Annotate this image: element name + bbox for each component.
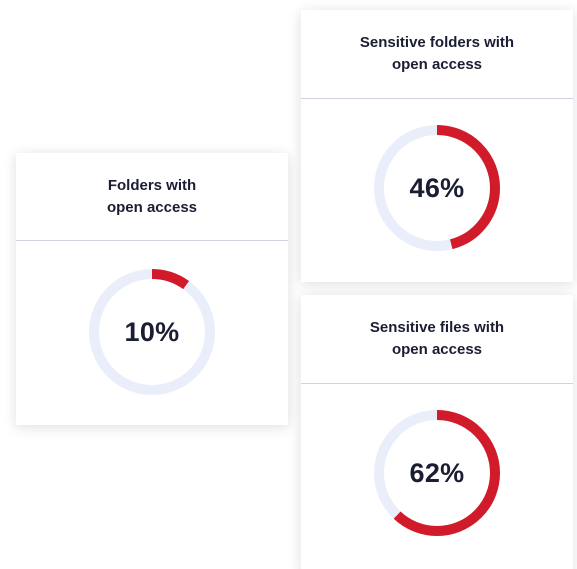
card-title-line-1: Sensitive folders with [359, 34, 515, 51]
card-title-line-1: Folders with [107, 176, 197, 194]
card-title: Sensitive folders with open access [360, 32, 514, 76]
sensitive-folders-open-access-card: Sensitive folders with open access 46% [301, 10, 573, 282]
card-title: Sensitive files with open access [370, 317, 504, 361]
donut-chart: 46% [369, 120, 505, 256]
card-body: 62% [301, 384, 573, 569]
sensitive-files-open-access-card: Sensitive files with open access 62% [301, 295, 573, 569]
card-title-line-2: open access [391, 56, 483, 73]
donut-percentage: 10% [124, 316, 180, 347]
stats-panel: Folders with open access 10% Sensitive f… [0, 0, 577, 569]
card-body: 10% [16, 241, 288, 425]
card-header: Sensitive folders with open access [301, 10, 573, 99]
card-title: Folders with open access [107, 175, 197, 219]
card-header: Folders with open access [16, 153, 288, 241]
donut-percentage: 46% [409, 172, 465, 203]
donut-chart: 62% [369, 405, 505, 541]
donut-chart: 10% [84, 264, 220, 400]
card-title-line-2: open access [391, 341, 483, 358]
card-body: 46% [301, 99, 573, 282]
card-title-line-2: open access [106, 198, 198, 216]
folders-open-access-card: Folders with open access 10% [16, 153, 288, 425]
donut-percentage: 62% [409, 457, 465, 488]
card-header: Sensitive files with open access [301, 295, 573, 384]
card-title-line-1: Sensitive files with [369, 319, 505, 336]
